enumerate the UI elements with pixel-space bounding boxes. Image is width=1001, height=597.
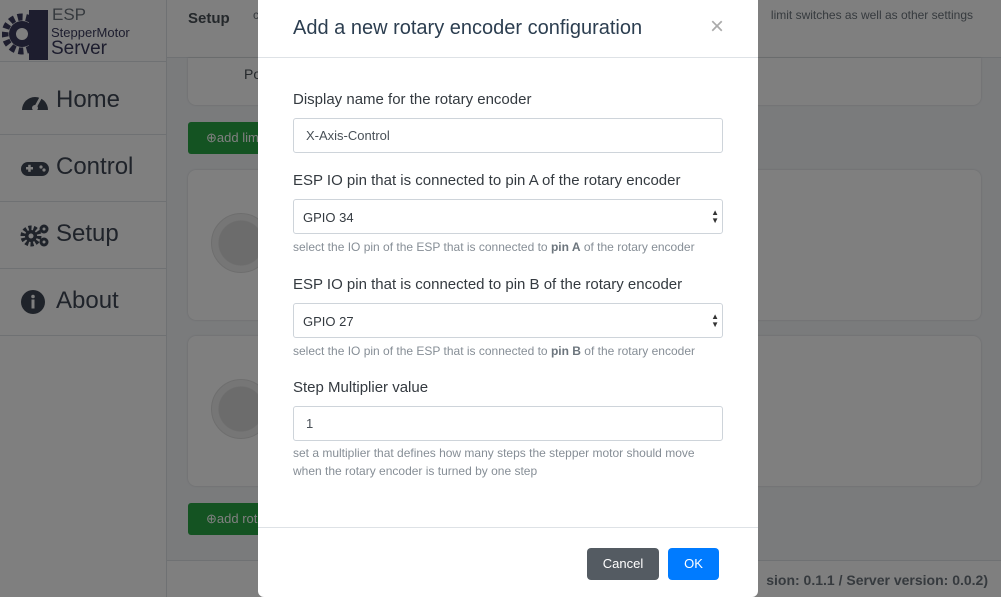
- select-arrows-icon: ▲ ▼: [711, 312, 719, 329]
- modal-footer: Cancel OK: [258, 527, 758, 597]
- modal-header: Add a new rotary encoder configuration ×: [258, 0, 758, 58]
- pin-a-help-suffix: of the rotary encoder: [580, 240, 695, 254]
- pin-b-help-suffix: of the rotary encoder: [580, 344, 696, 358]
- modal-title: Add a new rotary encoder configuration: [293, 17, 643, 39]
- pin-b-help-prefix: select the IO pin of the ESP that is con…: [293, 344, 551, 358]
- add-rotary-encoder-modal: Add a new rotary encoder configuration ×…: [258, 0, 758, 597]
- step-multiplier-label: Step Multiplier value: [293, 379, 429, 396]
- display-name-label: Display name for the rotary encoder: [293, 91, 532, 108]
- display-name-input[interactable]: [293, 118, 723, 153]
- ok-button[interactable]: OK: [668, 548, 719, 580]
- pin-b-help-bold: pin B: [550, 344, 581, 358]
- select-arrows-icon: ▲ ▼: [711, 208, 719, 225]
- pin-b-label: ESP IO pin that is connected to pin B of…: [293, 276, 683, 293]
- pin-a-selected-value: GPIO 34: [303, 210, 354, 225]
- pin-a-select[interactable]: GPIO 34 ▲ ▼: [293, 199, 723, 234]
- step-multiplier-help-text: set a multiplier that defines how many s…: [293, 446, 695, 478]
- pin-a-help-bold: pin A: [550, 240, 581, 254]
- pin-a-label: ESP IO pin that is connected to pin A of…: [293, 172, 681, 189]
- pin-b-selected-value: GPIO 27: [303, 314, 354, 329]
- cancel-button[interactable]: Cancel: [587, 548, 659, 580]
- pin-a-help-text: select the IO pin of the ESP that is con…: [293, 238, 723, 256]
- pin-b-select[interactable]: GPIO 27 ▲ ▼: [293, 303, 723, 338]
- pin-a-help-prefix: select the IO pin of the ESP that is con…: [293, 240, 551, 254]
- step-multiplier-input[interactable]: [293, 406, 723, 441]
- close-icon[interactable]: ×: [710, 13, 724, 41]
- pin-b-help-text: select the IO pin of the ESP that is con…: [293, 342, 723, 360]
